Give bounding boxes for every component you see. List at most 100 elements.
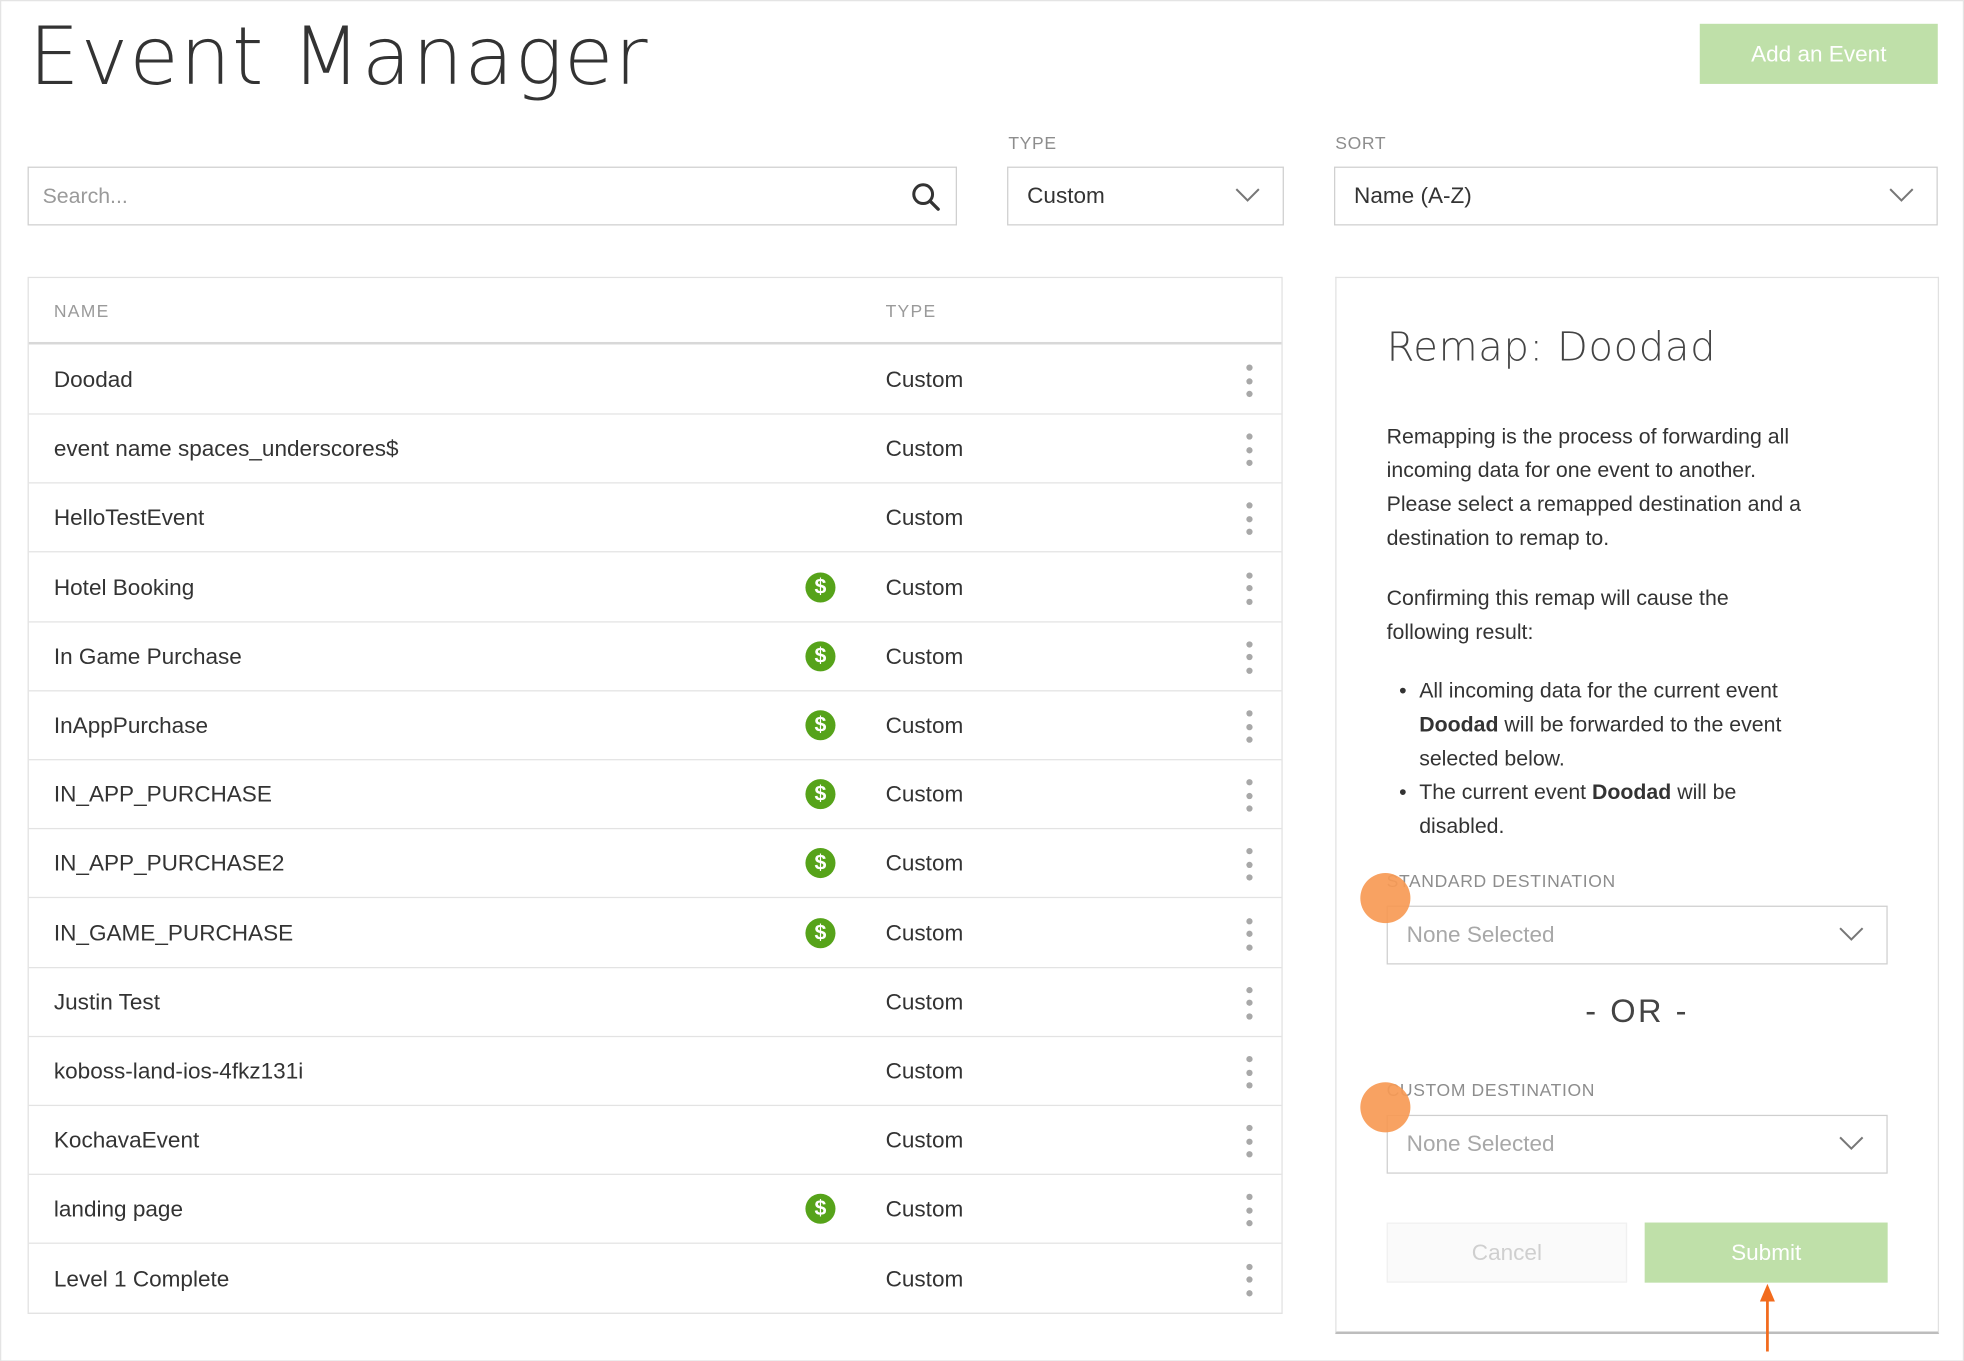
event-name-cell: landing page — [53, 1196, 184, 1222]
description-line: destination to remap to. — [1386, 526, 1610, 550]
event-type-cell: Custom — [885, 920, 964, 946]
result-bullet: The current event Doodad will be disable… — [1387, 775, 1888, 843]
sort-select[interactable]: Name (A-Z) — [1334, 166, 1938, 226]
table-row[interactable]: Hotel Booking $ Custom — [28, 553, 1282, 623]
type-filter-value: Custom — [1027, 182, 1105, 208]
event-type-cell: Custom — [885, 712, 964, 738]
table-row[interactable]: KochavaEvent Custom — [28, 1106, 1282, 1176]
event-name-cell: Justin Test — [53, 989, 160, 1015]
event-type-cell: Custom — [885, 436, 964, 462]
event-type-cell: Custom — [885, 1058, 964, 1084]
table-row[interactable]: IN_APP_PURCHASE2 $ Custom — [28, 830, 1282, 899]
event-type-cell: Custom — [885, 989, 964, 1015]
more-options-icon[interactable] — [1239, 848, 1259, 882]
event-name-cell: IN_APP_PURCHASE — [53, 781, 272, 807]
custom-destination-select[interactable]: None Selected — [1386, 1114, 1888, 1174]
or-divider: - OR - — [1585, 992, 1689, 1030]
bullet-line: Doodad will be forwarded to the event — [1419, 708, 1887, 742]
event-name-cell: Doodad — [53, 367, 133, 393]
submit-button[interactable]: Submit — [1644, 1222, 1888, 1283]
remap-confirm-text: Confirming this remap will cause the fol… — [1387, 581, 1888, 649]
table-row[interactable]: InAppPurchase $ Custom — [28, 691, 1282, 761]
revenue-dollar-icon: $ — [805, 779, 836, 810]
more-options-icon[interactable] — [1239, 710, 1259, 743]
standard-destination-label: STANDARD DESTINATION — [1386, 870, 1616, 891]
sort-label: SORT — [1335, 132, 1387, 153]
more-options-icon[interactable] — [1239, 779, 1259, 812]
search-input[interactable] — [28, 167, 894, 225]
event-type-cell: Custom — [885, 781, 964, 807]
more-options-icon[interactable] — [1239, 502, 1259, 536]
revenue-dollar-icon: $ — [805, 917, 836, 948]
standard-destination-value: None Selected — [1406, 921, 1555, 947]
cancel-button[interactable]: Cancel — [1386, 1222, 1628, 1283]
search-field[interactable] — [27, 166, 957, 226]
event-name-cell: Level 1 Complete — [53, 1265, 230, 1291]
table-row[interactable]: In Game Purchase $ Custom — [28, 622, 1282, 692]
description-line: incoming data for one event to another. — [1386, 458, 1756, 483]
event-name-cell: InAppPurchase — [53, 712, 209, 738]
table-row[interactable]: IN_GAME_PURCHASE $ Custom — [28, 899, 1282, 968]
custom-destination-value: None Selected — [1406, 1131, 1555, 1157]
event-type-cell: Custom — [885, 643, 964, 669]
more-options-icon[interactable] — [1239, 571, 1259, 605]
table-row[interactable]: HelloTestEvent Custom — [28, 484, 1282, 553]
bullet-line: The current event Doodad will be — [1419, 775, 1887, 809]
table-header: NAME TYPE — [28, 278, 1282, 345]
event-name-cell: IN_GAME_PURCHASE — [53, 920, 294, 946]
type-filter-select[interactable]: Custom — [1007, 166, 1284, 226]
bullet-text: will be — [1671, 780, 1737, 805]
chevron-down-icon — [1889, 188, 1914, 202]
more-options-icon[interactable] — [1239, 917, 1259, 951]
custom-destination-label: CUSTOM DESTINATION — [1386, 1079, 1596, 1100]
event-type-cell: Custom — [885, 1265, 964, 1291]
event-type-cell: Custom — [885, 1196, 964, 1222]
description-line: Remapping is the process of forwarding a… — [1386, 424, 1790, 449]
more-options-icon[interactable] — [1239, 364, 1259, 398]
table-row[interactable]: Doodad Custom — [28, 346, 1282, 415]
revenue-dollar-icon: $ — [805, 848, 836, 879]
table-row[interactable]: Justin Test Custom — [28, 968, 1282, 1037]
more-options-icon[interactable] — [1239, 986, 1259, 1020]
more-options-icon[interactable] — [1239, 433, 1259, 467]
remap-description: Remapping is the process of forwarding a… — [1387, 420, 1888, 555]
event-name-cell: HelloTestEvent — [53, 505, 205, 531]
remap-result-list: All incoming data for the current event … — [1387, 674, 1888, 843]
event-type-cell: Custom — [885, 851, 964, 877]
event-name-cell: event name spaces_underscores$ — [53, 436, 399, 462]
more-options-icon[interactable] — [1239, 1263, 1259, 1296]
confirm-line: following result: — [1386, 620, 1534, 644]
events-table: NAME TYPE Doodad Custom event name spaces_… — [27, 276, 1283, 1314]
table-row[interactable]: event name spaces_underscores$ Custom — [28, 415, 1282, 484]
add-event-button[interactable]: Add an Event — [1699, 23, 1938, 84]
chevron-down-icon — [1235, 188, 1260, 202]
column-header-name[interactable]: NAME — [54, 301, 110, 321]
event-type-cell: Custom — [885, 505, 964, 531]
more-options-icon[interactable] — [1239, 1194, 1259, 1227]
search-icon[interactable] — [911, 182, 941, 212]
arrow-up-icon — [1759, 1283, 1775, 1352]
table-row[interactable]: IN_APP_PURCHASE $ Custom — [28, 761, 1282, 830]
confirm-line: Confirming this remap will cause the — [1386, 586, 1729, 611]
more-options-icon[interactable] — [1239, 1055, 1259, 1089]
revenue-dollar-icon: $ — [805, 710, 836, 741]
event-type-cell: Custom — [885, 574, 964, 600]
table-row[interactable]: landing page $ Custom — [28, 1175, 1282, 1245]
step-marker — [1360, 873, 1411, 924]
sort-value: Name (A-Z) — [1354, 182, 1472, 208]
column-header-type[interactable]: TYPE — [886, 301, 937, 321]
more-options-icon[interactable] — [1239, 641, 1259, 674]
standard-destination-select[interactable]: None Selected — [1386, 905, 1888, 965]
table-row[interactable]: koboss-land-ios-4fkz131i Custom — [28, 1037, 1282, 1107]
event-name-cell: In Game Purchase — [53, 643, 242, 669]
bullet-line: selected below. — [1419, 746, 1565, 771]
event-type-cell: Custom — [885, 1127, 964, 1153]
bullet-line: disabled. — [1419, 814, 1505, 838]
revenue-dollar-icon: $ — [805, 571, 836, 602]
event-name-cell: KochavaEvent — [53, 1127, 200, 1153]
revenue-dollar-icon: $ — [805, 641, 836, 672]
remap-panel: Remap: Doodad Remapping is the process o… — [1335, 276, 1940, 1335]
result-bullet: All incoming data for the current event … — [1387, 674, 1888, 775]
more-options-icon[interactable] — [1239, 1125, 1259, 1158]
table-row[interactable]: Level 1 Complete Custom — [28, 1245, 1282, 1314]
